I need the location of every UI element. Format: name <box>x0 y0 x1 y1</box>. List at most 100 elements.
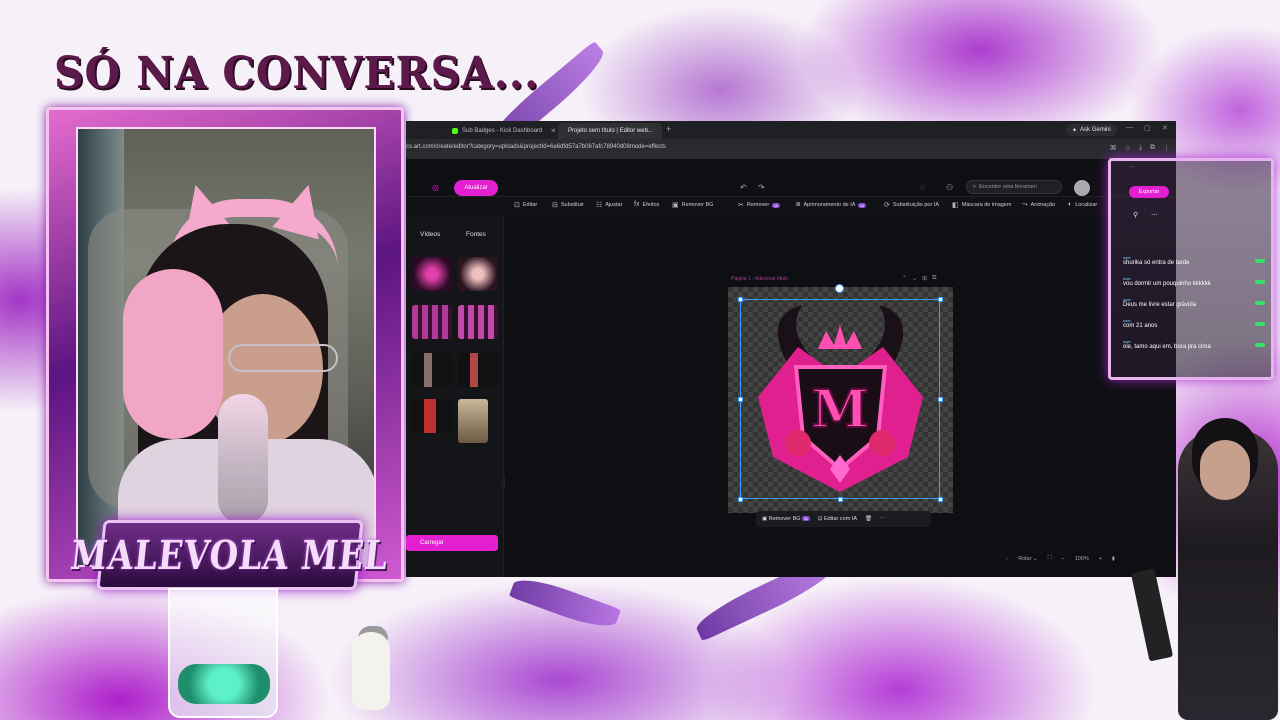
tool-label: Remover <box>746 202 770 208</box>
remove-bg-context-button[interactable]: ▣ Remover BG IA <box>762 516 810 522</box>
minimize-icon[interactable]: — <box>1126 124 1133 131</box>
tab-editor[interactable]: Projeto sem título | Editor web... ✕ <box>558 123 662 139</box>
adjust-tool[interactable]: ☷ Ajustar <box>596 201 622 209</box>
export-button[interactable]: Exportar <box>1129 186 1169 198</box>
undo-icon[interactable]: ↶ <box>740 183 747 192</box>
ai-replace-tool[interactable]: ⟳ Substituição por IA <box>884 201 939 209</box>
tool-search-input[interactable]: ⌕ Encontre uma ferramen <box>966 180 1062 194</box>
resize-handle[interactable] <box>938 397 943 402</box>
resize-handle[interactable] <box>838 497 843 502</box>
extensions-icon[interactable]: ⧉ <box>1150 144 1155 152</box>
microphone <box>218 394 268 524</box>
effects-tool[interactable]: fx Efeitos <box>634 201 659 208</box>
replace-icon: ⊟ <box>552 202 558 209</box>
upload-thumbnail[interactable] <box>458 257 498 291</box>
download-icon[interactable]: ⤓ <box>1139 144 1142 152</box>
page-label[interactable]: Página 1 - Adicionar título <box>731 276 788 282</box>
tab-fonts[interactable]: Fontes <box>466 231 486 238</box>
chat-header: ⋯ <box>1129 164 1134 170</box>
remove-tool[interactable]: ✂ Remover IA <box>738 201 780 209</box>
upload-thumbnail[interactable] <box>458 399 488 443</box>
hide-icon[interactable]: ◌ <box>1005 556 1008 562</box>
tab-kick-dashboard[interactable]: Sub Badges - Kick Dashboard ✕ <box>446 123 566 139</box>
ai-enhance-tool[interactable]: ⧈ Aprimoramento de IA IA <box>796 201 867 209</box>
chat-text: Deus me livre estar grávida <box>1123 302 1197 308</box>
trash-icon[interactable]: 🗑 <box>865 516 872 522</box>
translate-icon[interactable]: ⌘ <box>1110 144 1117 152</box>
selection-box[interactable] <box>740 299 940 499</box>
kick-favicon-icon <box>452 128 458 134</box>
maximize-icon[interactable]: ▢ <box>1144 124 1151 132</box>
chat-message: user Deus me livre estar grávida <box>1123 297 1263 308</box>
duplicate-icon[interactable]: ⧉ <box>932 275 936 282</box>
tab-videos[interactable]: Vídeos <box>420 231 440 238</box>
upload-thumbnail[interactable] <box>458 353 498 387</box>
tab-label: Projeto sem título | Editor web... <box>568 128 653 134</box>
animation-tool[interactable]: ⤳ Animação <box>1022 201 1055 209</box>
chevron-down-icon[interactable]: ⌄ <box>912 275 917 282</box>
upload-thumbnail[interactable] <box>412 399 452 433</box>
chevron-up-icon[interactable]: ⌃ <box>902 275 907 282</box>
resize-handle[interactable] <box>738 497 743 502</box>
beta-badge: IA <box>772 202 780 208</box>
glasses <box>228 344 338 372</box>
comment-icon[interactable]: ◌ <box>920 183 925 192</box>
fit-dropdown[interactable]: Rolar ⌄ <box>1018 556 1037 562</box>
share-user-icon[interactable]: ⚇ <box>946 183 953 192</box>
browser-window: Sub Badges - Kick Dashboard ✕ Projeto se… <box>406 121 1176 577</box>
chat-message: user vou dormir um pouquinho kkkkkk <box>1123 276 1263 287</box>
tool-label: Máscara de imagem <box>961 202 1012 208</box>
menu-icon[interactable]: ⋮ <box>1163 144 1170 152</box>
address-bar[interactable]: cs.art.com/create/editor?category=upload… <box>406 139 1176 159</box>
upgrade-button[interactable]: Atualizar <box>454 180 498 196</box>
tab-label: Sub Badges - Kick Dashboard <box>462 128 543 134</box>
upload-thumbnail[interactable] <box>458 305 498 339</box>
resize-handle[interactable] <box>738 397 743 402</box>
zoom-out-icon[interactable]: − <box>1061 556 1064 562</box>
tool-label: Animação <box>1030 202 1056 208</box>
edit-ai-context-label: Editar com IA <box>823 516 857 522</box>
edit-ai-context-button[interactable]: ⊡ Editar com IA <box>818 516 857 522</box>
bookmark-star-icon[interactable]: ☆ <box>1125 144 1131 152</box>
more-icon[interactable]: ⋯ <box>1151 211 1158 219</box>
upload-thumbnail[interactable] <box>412 257 452 291</box>
layers-stack-icon[interactable]: ⧫ <box>1112 556 1115 562</box>
edit-tool[interactable]: ⊡ Editar <box>514 201 537 209</box>
resize-handle[interactable] <box>938 297 943 302</box>
chat-text: oie, tamo aqui em, bora pra cima <box>1123 344 1211 350</box>
upload-thumbnail[interactable] <box>412 353 452 387</box>
canvas-area[interactable]: Página 1 - Adicionar título ⌃ ⌄ ⊞ ⧉ M ▣ … <box>505 215 1176 577</box>
upload-thumbnail[interactable] <box>412 305 452 339</box>
streamer-logo: MALEVOLA MEL <box>69 520 391 590</box>
new-tab-button[interactable]: + <box>666 124 671 134</box>
remove-icon: ✂ <box>738 202 744 209</box>
resize-handle[interactable] <box>738 297 743 302</box>
filter-icon[interactable]: ⚲ <box>1133 211 1138 219</box>
ai-replace-icon: ⟳ <box>884 202 890 209</box>
add-page-icon[interactable]: ⊞ <box>922 275 927 282</box>
resize-handle[interactable] <box>938 497 943 502</box>
duck-mascot <box>352 632 390 710</box>
locate-tool[interactable]: ◐ Localizar <box>1068 201 1097 208</box>
replace-tool[interactable]: ⊟ Substituir <box>552 201 584 209</box>
close-icon[interactable]: ✕ <box>661 127 662 135</box>
streamer-logo-text: MALEVOLA MEL <box>68 531 392 579</box>
tool-label: Efeitos <box>642 201 660 208</box>
rotate-handle[interactable] <box>835 284 844 293</box>
overlay-title: SÓ NA CONVERSA... <box>54 48 540 99</box>
close-window-icon[interactable]: ✕ <box>1162 124 1168 132</box>
layers-icon[interactable]: ◎ <box>432 183 439 192</box>
redo-icon[interactable]: ↷ <box>758 183 765 192</box>
image-mask-tool[interactable]: ◧ Máscara de imagem <box>952 201 1011 209</box>
animation-icon: ⤳ <box>1022 201 1028 208</box>
export-label: Exportar <box>1138 189 1160 195</box>
zoom-in-icon[interactable]: + <box>1099 556 1102 562</box>
ask-gemini-button[interactable]: ✦ Ask Gemini <box>1066 124 1117 136</box>
remove-bg-tool[interactable]: ▣ Remover BG <box>672 201 713 209</box>
upload-button[interactable]: Carregar <box>406 535 498 551</box>
more-options-icon[interactable]: ⋯ <box>880 516 886 522</box>
zoom-level[interactable]: 100% <box>1075 556 1089 562</box>
close-icon[interactable]: ✕ <box>550 127 556 135</box>
fullscreen-icon[interactable]: ⛶ <box>1048 555 1052 562</box>
avatar[interactable] <box>1074 180 1090 196</box>
